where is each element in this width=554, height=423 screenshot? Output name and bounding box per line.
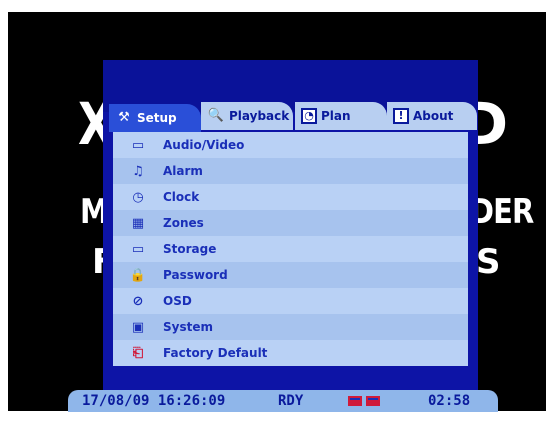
system-icon: ▣ [131, 319, 145, 335]
menu-item-label: Password [163, 268, 228, 282]
tab-about-label: About [413, 109, 454, 123]
status-bar: 17/08/09 16:26:09 RDY 02:58 [68, 390, 498, 412]
search-icon: 🔍 [207, 108, 225, 123]
menu-item-audio-video[interactable]: ▭ Audio/Video [113, 132, 468, 158]
menu-item-label: Storage [163, 242, 217, 256]
factory-default-icon: ⎗ [132, 345, 144, 361]
menu-item-clock[interactable]: ◷ Clock [113, 184, 468, 210]
osd-menu-panel: ⚒ Setup 🔍 Playback ◔ Plan ! About ▭ Audi… [103, 60, 478, 397]
menu-item-alarm[interactable]: ♫ Alarm [113, 158, 468, 184]
menu-item-system[interactable]: ▣ System [113, 314, 468, 340]
status-datetime: 17/08/09 16:26:09 [82, 393, 226, 409]
tab-about[interactable]: ! About [387, 102, 477, 130]
tab-playback[interactable]: 🔍 Playback [201, 102, 293, 130]
status-time: 02:58 [428, 393, 471, 409]
menu-item-zones[interactable]: ▦ Zones [113, 210, 468, 236]
tools-icon: ⚒ [118, 110, 130, 125]
storage-icon: ▭ [131, 241, 145, 257]
bell-icon: ♫ [132, 163, 144, 179]
tab-setup-label: Setup [137, 111, 177, 125]
menu-item-label: Factory Default [163, 346, 268, 360]
tab-bar: ⚒ Setup 🔍 Playback ◔ Plan ! About [109, 102, 477, 132]
clock-icon: ◷ [132, 189, 144, 205]
menu-item-label: Clock [163, 190, 200, 204]
clock-icon: ◔ [301, 108, 317, 124]
menu-item-storage[interactable]: ▭ Storage [113, 236, 468, 262]
menu-item-password[interactable]: 🔒 Password [113, 262, 468, 288]
status-state: RDY [278, 393, 304, 409]
menu-item-label: Alarm [163, 164, 203, 178]
menu-item-label: Audio/Video [163, 138, 245, 152]
info-icon: ! [393, 108, 409, 124]
background-text-mid-right: DER [470, 192, 534, 232]
menu-item-label: System [163, 320, 213, 334]
lock-icon: 🔒 [129, 267, 147, 283]
osd-icon: ⊘ [132, 293, 144, 309]
recording-indicator-icon [348, 396, 380, 406]
zones-icon: ▦ [131, 215, 145, 231]
menu-item-label: Zones [163, 216, 204, 230]
tab-playback-label: Playback [229, 109, 290, 123]
background-text-low-right: S [476, 242, 500, 282]
menu-item-label: OSD [163, 294, 192, 308]
setup-menu-list: ▭ Audio/Video ♫ Alarm ◷ Clock ▦ Zones ▭ … [113, 132, 468, 366]
tab-setup[interactable]: ⚒ Setup [109, 104, 201, 132]
tab-plan[interactable]: ◔ Plan [295, 102, 387, 130]
menu-item-osd[interactable]: ⊘ OSD [113, 288, 468, 314]
audio-video-icon: ▭ [131, 137, 145, 153]
video-screen: X D M DER F S ⚒ Setup 🔍 Playback ◔ Plan … [8, 12, 546, 411]
menu-item-factory-default[interactable]: ⎗ Factory Default [113, 340, 468, 366]
tab-plan-label: Plan [321, 109, 351, 123]
